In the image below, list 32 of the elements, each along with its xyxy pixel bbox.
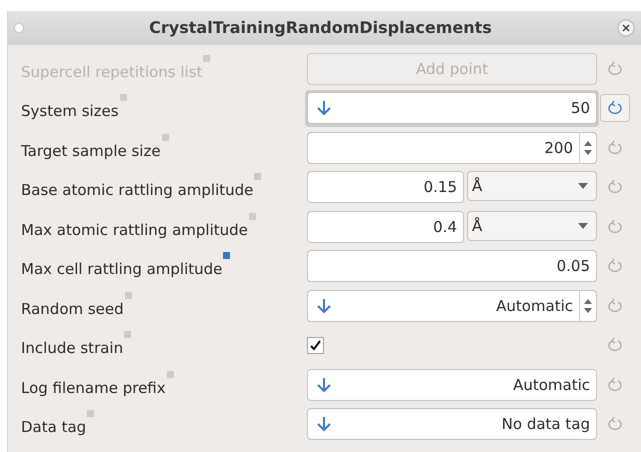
field-label: Log filename prefix — [21, 378, 166, 398]
input-field[interactable]: Automatic — [307, 290, 597, 322]
down-arrow-icon[interactable] — [316, 99, 332, 118]
field-label: Max atomic rattling amplitude — [21, 220, 248, 240]
close-icon[interactable] — [617, 19, 635, 37]
down-arrow-icon[interactable] — [316, 415, 332, 434]
caret-icon — [578, 183, 588, 190]
field-label: Data tag — [21, 417, 86, 438]
input-field[interactable]: No data tag — [307, 408, 597, 440]
field-label: System sizes — [21, 101, 119, 122]
input-field[interactable]: 0.15 — [307, 171, 464, 204]
checkbox[interactable] — [307, 336, 324, 354]
down-arrow-icon[interactable] — [316, 376, 332, 394]
window-menu-icon[interactable] — [14, 23, 24, 33]
field-label: Max cell rattling amplitude — [21, 259, 222, 280]
input-field[interactable]: 0.4 — [307, 210, 464, 243]
field-label: Base atomic rattling amplitude — [21, 180, 254, 201]
window-title: CrystalTrainingRandomDisplacements — [148, 17, 493, 39]
input-field[interactable]: Automatic — [307, 368, 597, 401]
input-field[interactable]: 0.05 — [307, 250, 597, 282]
unit-dropdown[interactable]: Å — [467, 210, 597, 241]
field-label: Include strain — [21, 338, 124, 359]
reset-button[interactable] — [600, 94, 630, 122]
input-field[interactable]: 200 — [307, 132, 597, 164]
field-label: Random seed — [21, 298, 124, 320]
field-label: Target sample size — [21, 140, 161, 162]
down-arrow-icon[interactable] — [316, 296, 332, 315]
caret-icon — [578, 222, 588, 229]
field-label: Supercell repetitions list — [21, 62, 202, 82]
help-icon[interactable] — [223, 252, 230, 259]
unit-dropdown[interactable]: Å — [467, 171, 597, 202]
input-field[interactable]: 50 — [307, 92, 597, 124]
